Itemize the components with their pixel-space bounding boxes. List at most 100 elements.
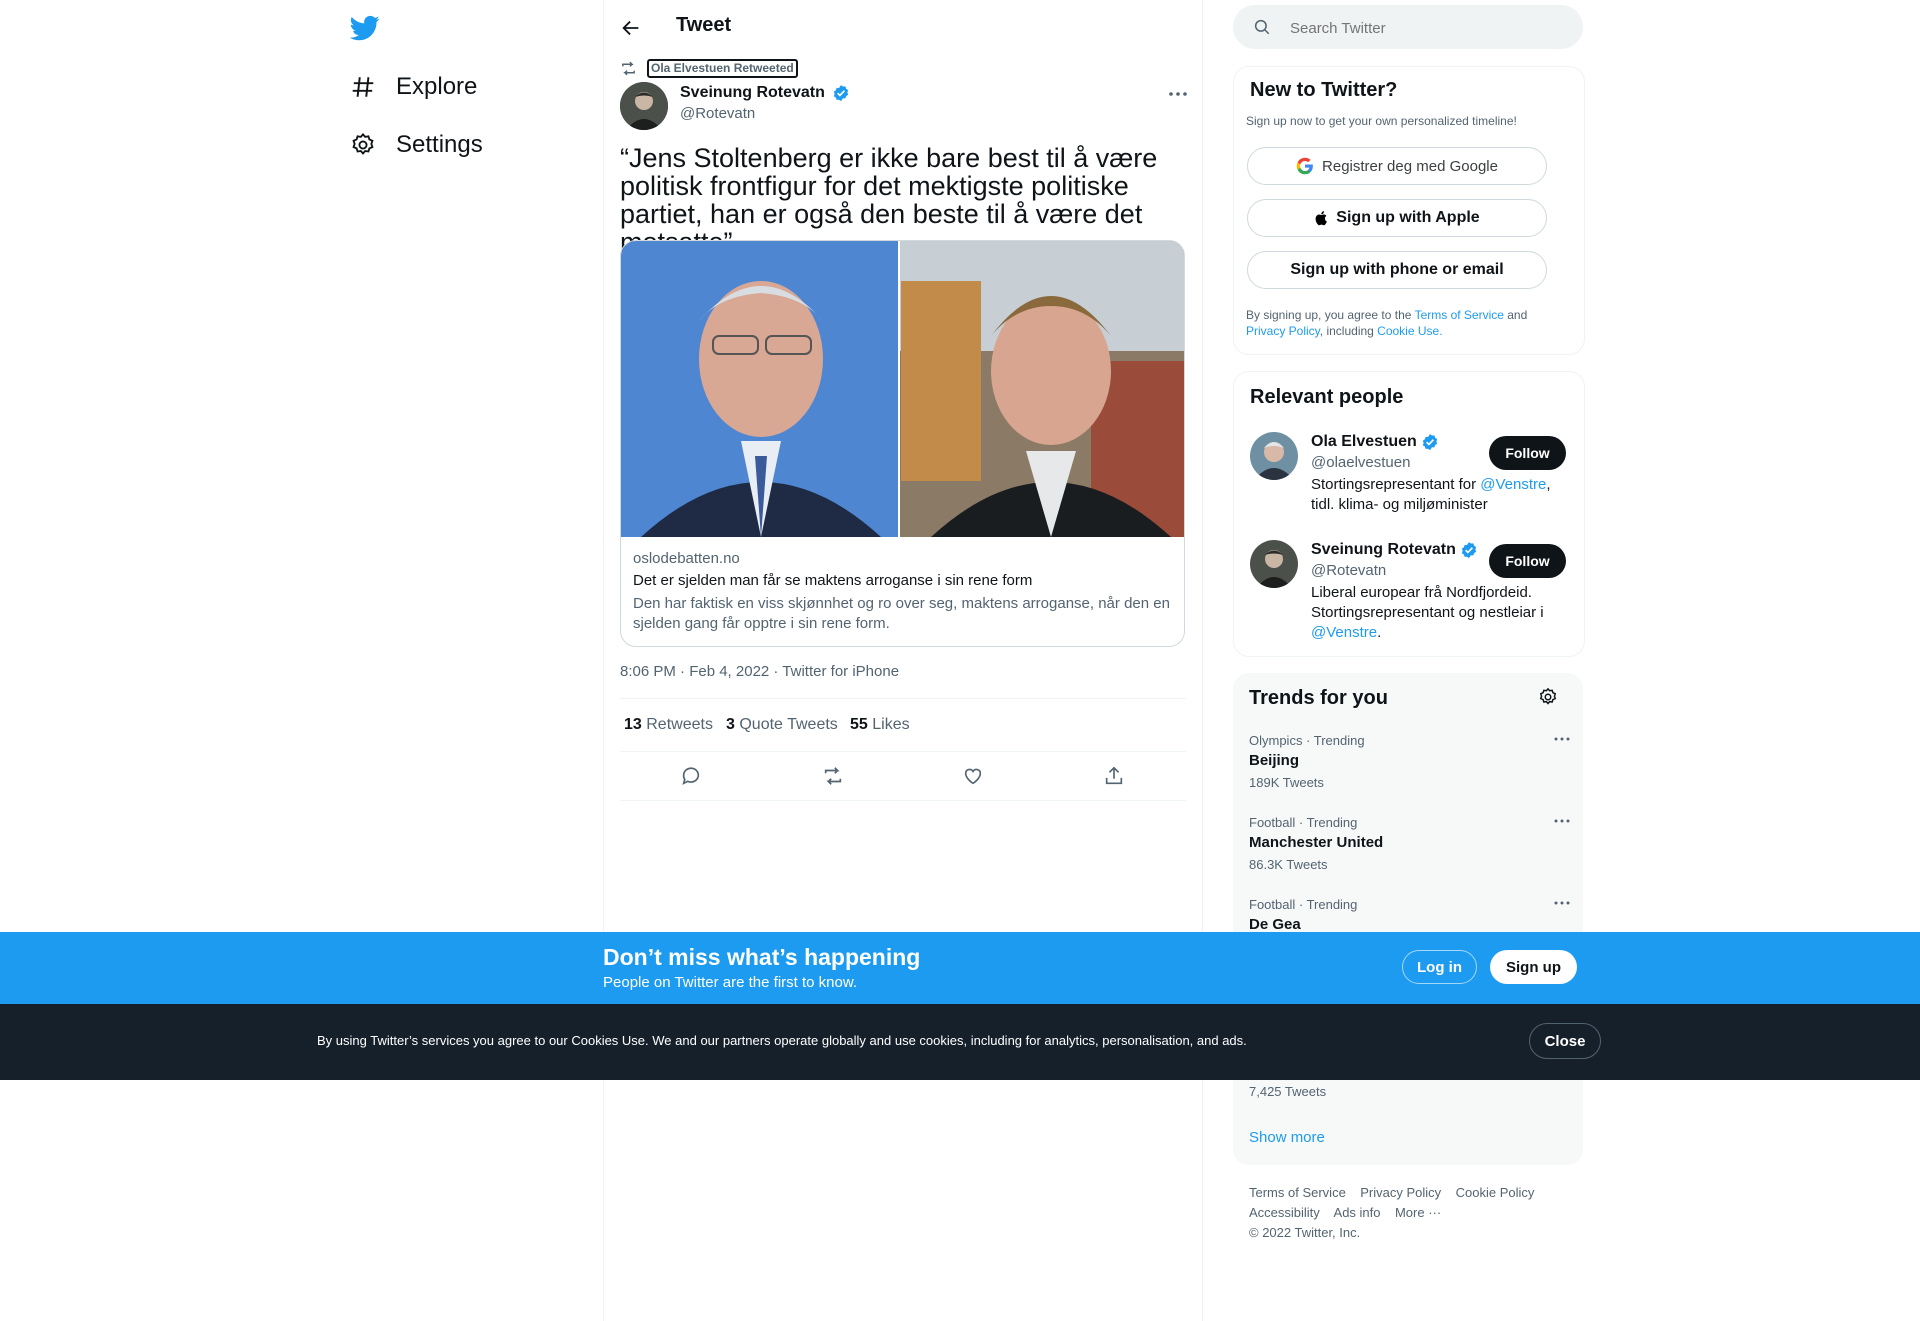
trends-panel: Trends for you Olympics · Trending Beiji… [1233,673,1583,1165]
trend-item[interactable]: Football · Trending Manchester United 86… [1249,815,1569,872]
share-icon[interactable] [1103,765,1125,787]
person-name[interactable]: Sveinung Rotevatn [1311,541,1456,558]
trend-name: De Gea [1249,916,1301,933]
google-signup-button[interactable]: Registrer deg med Google [1247,147,1547,185]
divider [620,698,1186,699]
trend-item[interactable]: Football · Trending De Gea [1249,897,1569,933]
trend-count: 86.3K Tweets [1249,857,1328,872]
follow-button[interactable]: Follow [1489,544,1566,578]
hashtag-icon [350,74,376,100]
divider [620,800,1186,801]
bio-text: . [1377,624,1382,641]
retweeted-by-link[interactable]: Ola Elvestuen Retweeted [647,59,798,78]
follow-button[interactable]: Follow [1489,436,1566,470]
back-arrow-icon[interactable] [620,17,642,39]
mention-link[interactable]: @Venstre [1311,624,1377,641]
apple-icon [1314,209,1330,227]
terms-including: , including [1319,324,1378,338]
person-bio: Liberal europear frå Nordfjordeid. Stort… [1311,583,1571,643]
nav-explore[interactable]: Explore [350,62,477,112]
author-avatar[interactable] [620,82,668,130]
more-options-icon[interactable] [1167,85,1189,103]
person-handle[interactable]: @olaelvestuen [1311,454,1410,471]
footer-accessibility-link[interactable]: Accessibility [1249,1205,1320,1220]
privacy-policy-link[interactable]: Privacy Policy [1246,324,1320,338]
like-heart-icon[interactable] [962,765,984,787]
trend-count: 7,425 Tweets [1249,1084,1327,1099]
terms-of-service-link[interactable]: Terms of Service [1415,308,1504,322]
author-name-row[interactable]: Sveinung Rotevatn [680,84,850,102]
footer-copyright: © 2022 Twitter, Inc. [1249,1225,1361,1240]
retweet-icon [620,60,637,77]
footer-terms-link[interactable]: Terms of Service [1249,1185,1346,1200]
trend-name: Beijing [1249,752,1300,769]
avatar[interactable] [1250,432,1298,480]
card-title: Det er sjelden man får se maktens arroga… [633,572,1033,589]
trend-meta: Football · Trending [1249,897,1358,912]
footer-privacy-link[interactable]: Privacy Policy [1360,1185,1441,1200]
apple-signup-button[interactable]: Sign up with Apple [1247,199,1547,237]
author-name[interactable]: Sveinung Rotevatn [680,84,825,101]
more-options-icon[interactable] [1553,815,1571,827]
retweets-count: 13 [624,716,642,733]
footer-cookie-link[interactable]: Cookie Policy [1456,1185,1535,1200]
footer-links: Terms of Service Privacy Policy Cookie P… [1249,1183,1569,1243]
page-title: Tweet [676,14,732,36]
person-name-row[interactable]: Sveinung Rotevatn [1311,541,1478,559]
google-icon [1296,157,1314,175]
quotes-label: Quote Tweets [739,716,838,733]
trends-settings-gear-icon[interactable] [1538,687,1558,707]
apple-signup-label: Sign up with Apple [1336,209,1480,226]
cookie-use-link[interactable]: Cookie Use. [1377,324,1442,338]
signup-label: Sign up [1506,958,1561,976]
person-name[interactable]: Ola Elvestuen [1311,433,1417,450]
likes-count: 55 [850,716,868,733]
login-label: Log in [1417,958,1462,976]
bio-text: , [1546,476,1551,493]
retweets-stat[interactable]: 13 Retweets [624,716,713,734]
bio-text: tidl. klima- og miljøminister [1311,496,1488,513]
quote-tweets-stat[interactable]: 3 Quote Tweets [726,716,838,734]
banner-title: Don’t miss what’s happening [603,944,921,970]
search-box[interactable] [1233,5,1583,49]
verified-badge-icon [1421,433,1439,451]
link-preview-card[interactable]: oslodebatten.no Det er sjelden man får s… [620,240,1185,647]
reply-icon[interactable] [680,765,702,787]
search-input[interactable] [1288,15,1562,41]
signup-banner: Don’t miss what’s happening People on Tw… [0,932,1920,1004]
tweet-timestamp[interactable]: 8:06 PM · Feb 4, 2022 · Twitter for iPho… [620,663,899,680]
footer-more-link[interactable]: More ··· [1395,1205,1441,1220]
person-name-row[interactable]: Ola Elvestuen [1311,433,1439,451]
login-button[interactable]: Log in [1402,950,1477,984]
footer-ads-link[interactable]: Ads info [1334,1205,1381,1220]
retweets-label: Retweets [646,716,713,733]
trend-item[interactable]: Olympics · Trending Beijing 189K Tweets [1249,733,1569,790]
bio-text: Stortingsrepresentant og nestleiar i [1311,604,1544,621]
relevant-people-panel: Relevant people Ola Elvestuen @olaelvest… [1233,371,1585,657]
more-options-icon[interactable] [1553,733,1571,745]
author-handle[interactable]: @Rotevatn [680,105,755,122]
signup-title: New to Twitter? [1250,79,1398,101]
retweet-action-icon[interactable] [821,765,845,787]
show-more-link[interactable]: Show more [1249,1129,1325,1146]
phone-email-signup-button[interactable]: Sign up with phone or email [1247,251,1547,289]
cookie-consent-bar: By using Twitter’s services you agree to… [0,1004,1920,1080]
terms-prefix: By signing up, you agree to the [1246,308,1415,322]
google-signup-label: Registrer deg med Google [1322,157,1498,175]
twitter-logo-icon[interactable] [350,13,380,43]
quotes-count: 3 [726,716,735,733]
mention-link[interactable]: @Venstre [1480,476,1546,493]
search-icon [1253,18,1271,36]
nav-settings[interactable]: Settings [350,120,483,170]
verified-badge-icon [832,84,850,102]
signup-button[interactable]: Sign up [1490,950,1577,984]
cookie-close-button[interactable]: Close [1529,1023,1601,1059]
close-label: Close [1544,1032,1586,1050]
person-handle[interactable]: @Rotevatn [1311,562,1386,579]
card-image [621,241,1184,537]
signup-panel: New to Twitter? Sign up now to get your … [1233,66,1585,355]
likes-stat[interactable]: 55 Likes [850,716,910,734]
follow-label: Follow [1505,553,1550,569]
avatar[interactable] [1250,540,1298,588]
more-options-icon[interactable] [1553,897,1571,909]
